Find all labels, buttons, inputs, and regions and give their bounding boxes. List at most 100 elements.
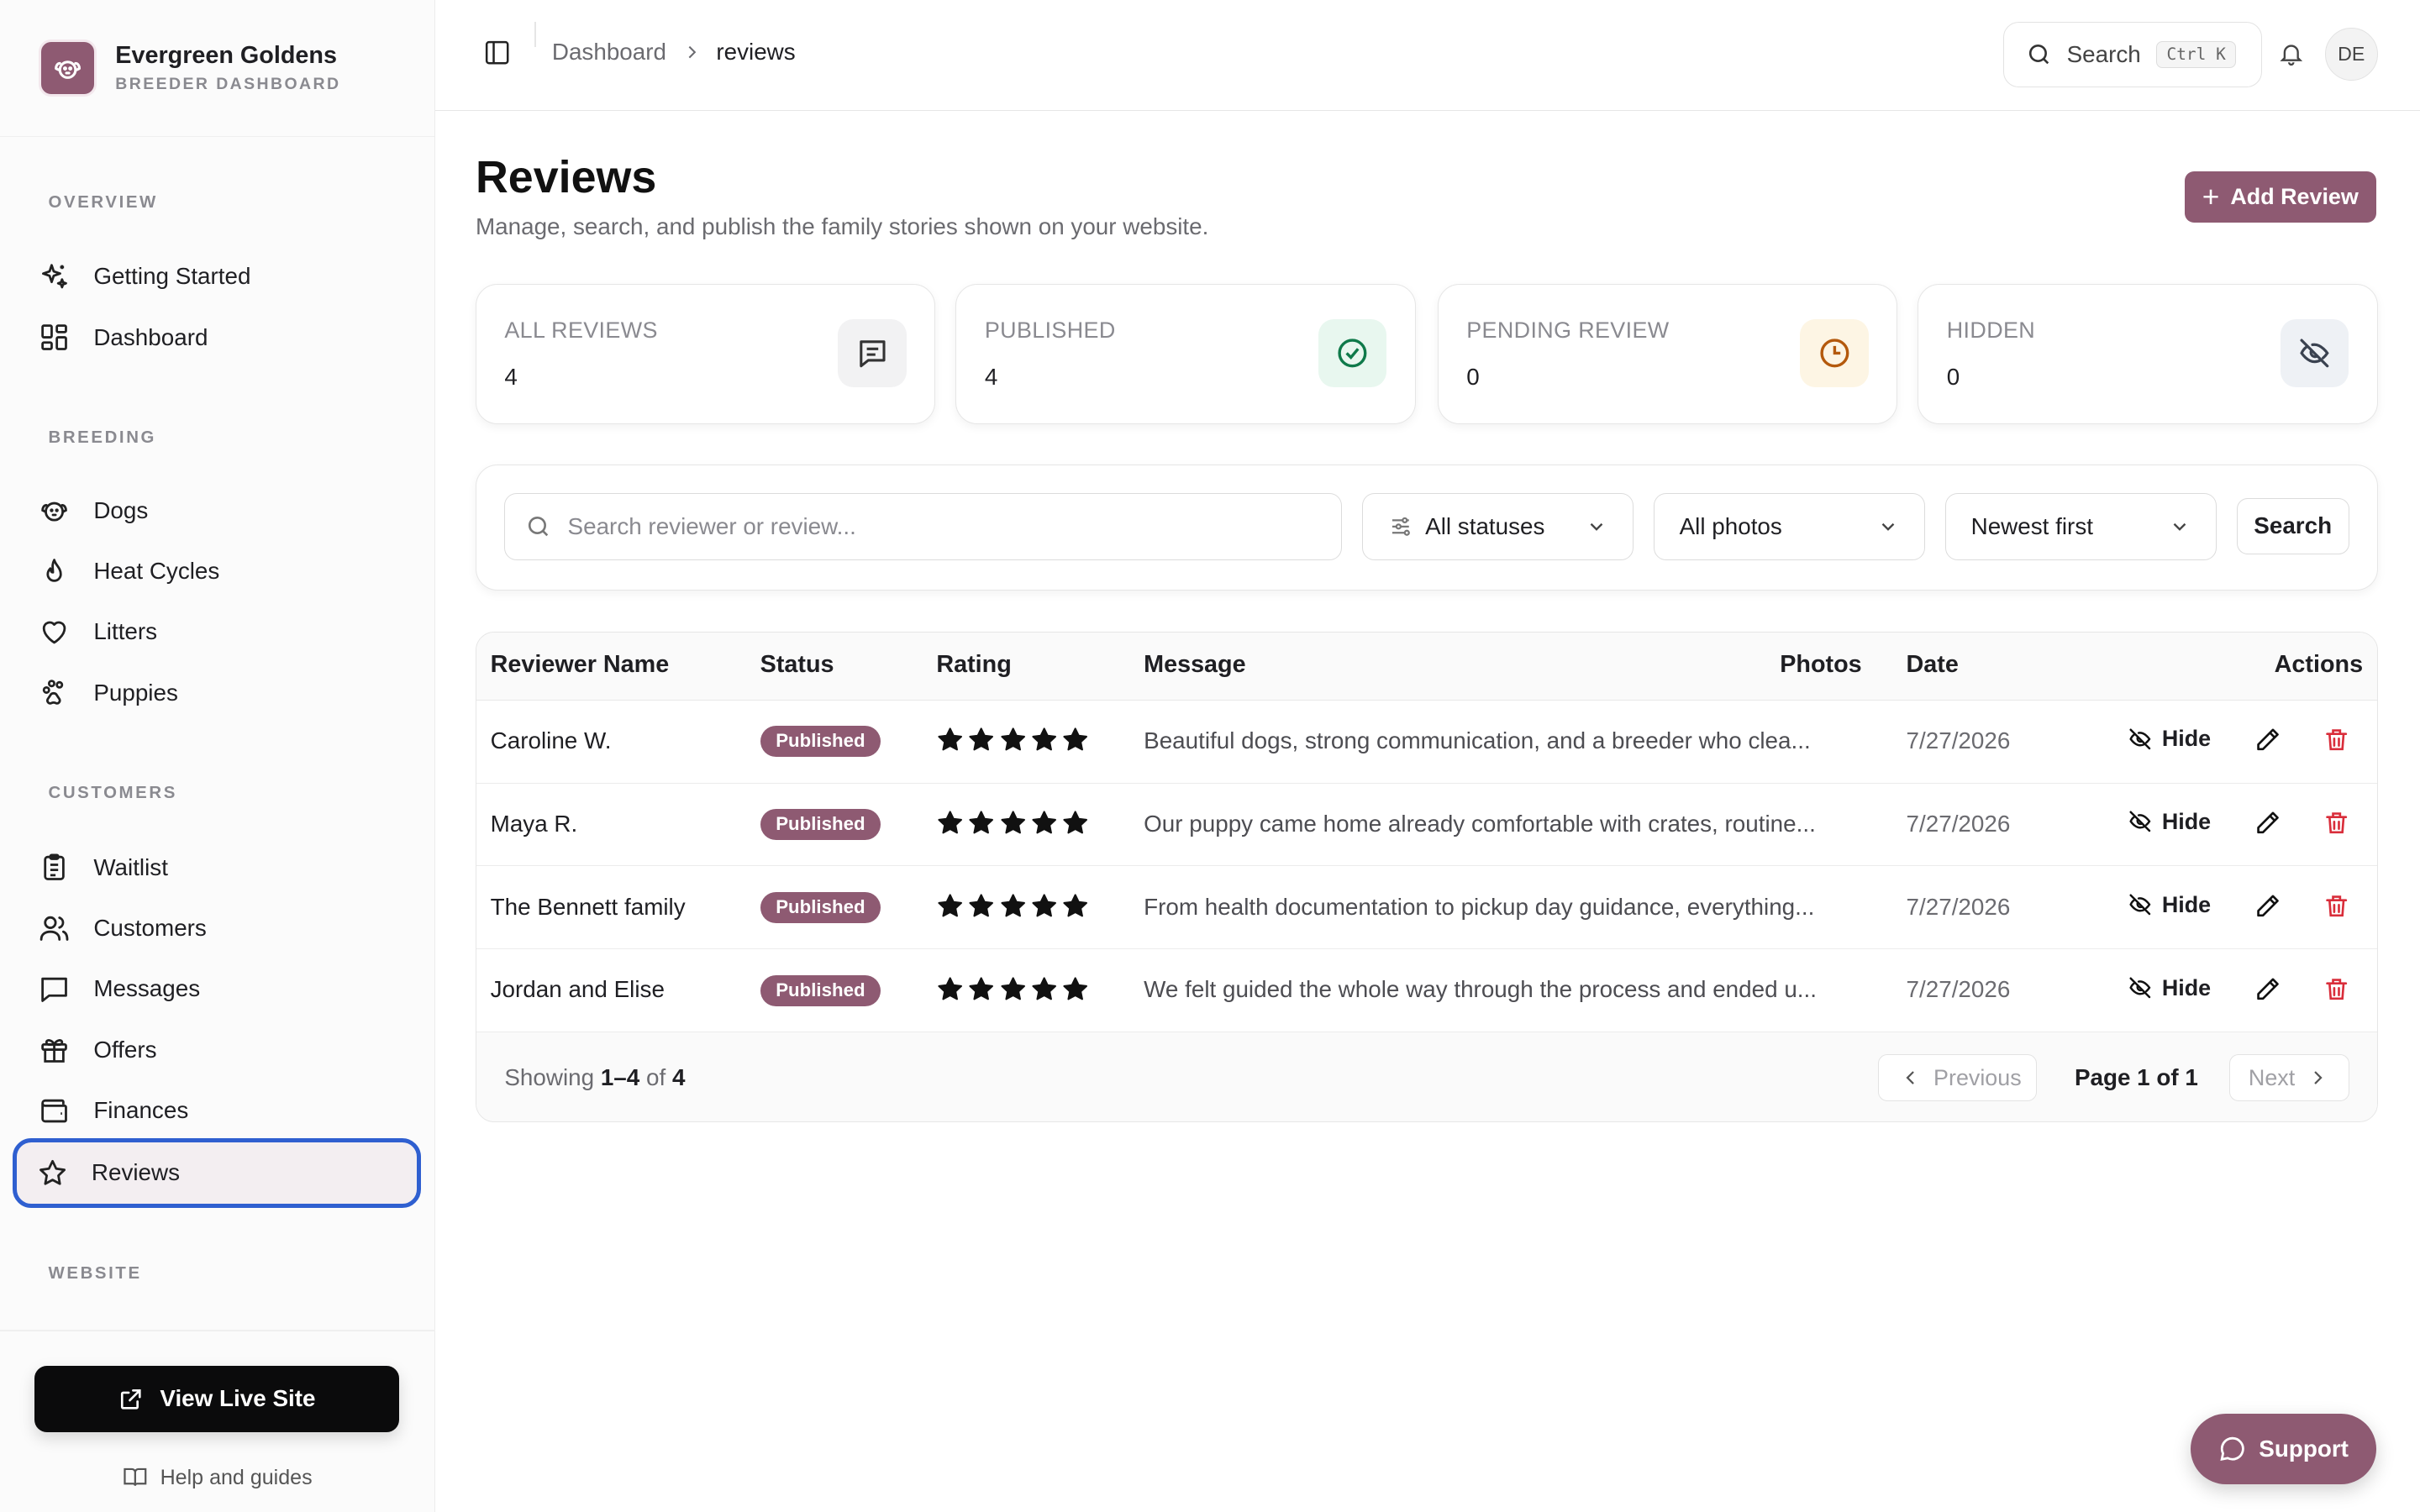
sidebar-item-getting-started[interactable]: Getting Started	[14, 246, 421, 307]
pencil-icon[interactable]	[2254, 892, 2281, 926]
breadcrumb: Dashboard reviews	[552, 39, 796, 66]
pencil-icon[interactable]	[2254, 975, 2281, 1009]
view-live-site-button[interactable]: View Live Site	[34, 1365, 400, 1433]
column-header-message[interactable]: Message	[1144, 651, 1245, 679]
star-icon	[1063, 811, 1087, 834]
status-badge: Published	[760, 891, 881, 923]
sidebar-item-puppies[interactable]: Puppies	[14, 663, 421, 723]
column-header-photos[interactable]: Photos	[1780, 651, 1861, 679]
avatar[interactable]: DE	[2324, 28, 2378, 81]
sidebar-item-label: Dashboard	[93, 323, 208, 350]
gift-icon	[39, 1034, 70, 1065]
sidebar-item-finances[interactable]: Finances	[14, 1080, 421, 1141]
review-date: 7/27/2026	[1906, 727, 2011, 753]
support-label: Support	[2259, 1435, 2349, 1462]
support-button[interactable]: Support	[2191, 1414, 2376, 1484]
trash-icon[interactable]	[2323, 975, 2350, 1009]
trash-icon[interactable]	[2323, 809, 2350, 843]
brand[interactable]: Evergreen Goldens BREEDER DASHBOARD	[0, 0, 434, 138]
trash-icon[interactable]	[2323, 726, 2350, 759]
message-square-icon	[838, 318, 907, 388]
flame-icon	[39, 556, 70, 587]
review-message: Our puppy came home already comfortable …	[1144, 810, 1816, 837]
sidebar-item-offers[interactable]: Offers	[14, 1020, 421, 1080]
review-message: From health documentation to pickup day …	[1144, 893, 1815, 920]
topbar-divider	[534, 21, 537, 47]
column-header-rating[interactable]: Rating	[936, 651, 1011, 679]
sidebar-item-messages[interactable]: Messages	[14, 958, 421, 1019]
rating-stars	[936, 892, 1089, 920]
status-filter-value: All statuses	[1425, 513, 1545, 540]
filter-bar: Search reviewer or review... All statuse…	[475, 464, 2378, 591]
global-search-label: Search	[2066, 40, 2141, 67]
star-icon	[1063, 727, 1087, 751]
review-date: 7/27/2026	[1906, 976, 2011, 1003]
review-search-input[interactable]: Search reviewer or review...	[504, 493, 1342, 561]
review-message: We felt guided the whole way through the…	[1144, 976, 1817, 1003]
sort-select[interactable]: Newest first	[1944, 493, 2217, 561]
nav-section-website: WEBSITE	[48, 1263, 142, 1283]
star-icon	[1063, 894, 1087, 917]
breadcrumb-dashboard[interactable]: Dashboard	[552, 39, 666, 66]
sidebar-item-reviews[interactable]: Reviews	[12, 1137, 421, 1209]
page-title: Reviews	[475, 151, 657, 202]
nav-section-customers: CUSTOMERS	[48, 784, 177, 803]
hide-review-button[interactable]: Hide	[2128, 975, 2211, 1001]
hide-label: Hide	[2161, 974, 2212, 1000]
pencil-icon[interactable]	[2254, 726, 2281, 759]
previous-page-button[interactable]: Previous	[1878, 1054, 2038, 1102]
status-filter-select[interactable]: All statuses	[1361, 493, 1634, 561]
eye-off-icon	[2129, 977, 2151, 999]
chevron-right-icon	[682, 43, 701, 61]
next-label: Next	[2248, 1064, 2296, 1090]
sidebar-toggle-icon[interactable]	[483, 39, 514, 70]
page-indicator: Page 1 of 1	[2074, 1063, 2198, 1090]
search-button[interactable]: Search	[2236, 497, 2349, 554]
chevron-right-icon	[2314, 1071, 2323, 1084]
sidebar-item-label: Getting Started	[93, 263, 251, 290]
sidebar-item-customers[interactable]: Customers	[14, 898, 421, 958]
sidebar-item-label: Messages	[93, 975, 201, 1002]
sidebar-item-litters[interactable]: Litters	[14, 601, 421, 662]
sidebar-item-label: Offers	[93, 1036, 157, 1063]
chevron-down-icon	[2173, 523, 2186, 532]
chevron-down-icon	[1881, 523, 1895, 532]
column-header-date[interactable]: Date	[1907, 651, 1959, 679]
sidebar-item-waitlist[interactable]: Waitlist	[14, 837, 421, 897]
star-icon	[969, 894, 994, 917]
reviewer-name: Jordan and Elise	[490, 976, 665, 1003]
help-link[interactable]: Help and guides	[0, 1465, 435, 1490]
global-search-button[interactable]: Search Ctrl K	[2003, 21, 2263, 87]
sidebar-item-label: Reviews	[91, 1159, 181, 1186]
hide-review-button[interactable]: Hide	[2128, 726, 2211, 752]
stat-value: 4	[984, 364, 998, 391]
review-date: 7/27/2026	[1906, 893, 2011, 920]
sidebar-item-heat-cycles[interactable]: Heat Cycles	[14, 541, 421, 601]
next-page-button[interactable]: Next	[2228, 1054, 2349, 1102]
column-header-status[interactable]: Status	[760, 651, 834, 679]
sidebar-item-dogs[interactable]: Dogs	[14, 480, 421, 541]
add-review-button[interactable]: + Add Review	[2184, 171, 2376, 223]
plus-icon: +	[2202, 181, 2220, 214]
rating-stars	[936, 809, 1089, 837]
star-icon	[1032, 727, 1056, 751]
sidebar-item-dashboard[interactable]: Dashboard	[14, 307, 421, 368]
stat-value: 0	[1466, 364, 1480, 391]
sidebar-item-label: Puppies	[93, 679, 178, 706]
eye-off-icon	[2129, 811, 2151, 832]
sparkles-icon	[39, 261, 70, 292]
hide-review-button[interactable]: Hide	[2128, 892, 2211, 918]
star-icon	[1000, 894, 1025, 917]
stat-value: 0	[1946, 364, 1960, 391]
hide-review-button[interactable]: Hide	[2128, 809, 2211, 835]
stat-label: PUBLISHED	[984, 317, 1116, 343]
sliders-icon	[1392, 517, 1410, 537]
showing-range: 1–4	[600, 1063, 640, 1090]
bell-icon[interactable]	[2278, 40, 2305, 74]
pencil-icon[interactable]	[2254, 809, 2281, 843]
table-footer: Showing 1–4 of 4 Previous Page 1 of 1 Ne…	[476, 1032, 2377, 1122]
rating-stars	[936, 726, 1089, 753]
trash-icon[interactable]	[2323, 892, 2350, 926]
column-header-reviewer-name[interactable]: Reviewer Name	[491, 651, 670, 679]
photos-filter-select[interactable]: All photos	[1653, 493, 1925, 561]
